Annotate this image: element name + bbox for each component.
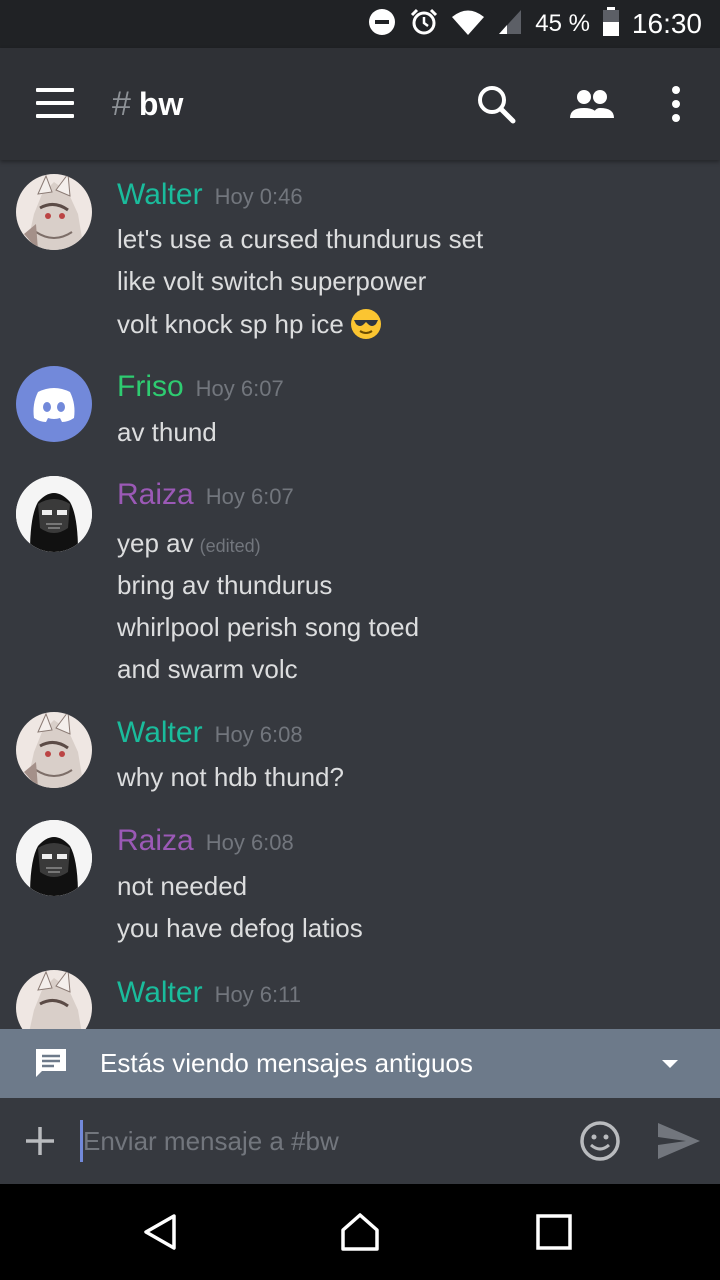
message-line: volt knock sp hp ice bbox=[117, 308, 382, 340]
walter-avatar[interactable] bbox=[16, 174, 92, 250]
channel-title: # bw bbox=[112, 82, 183, 126]
walter-avatar[interactable] bbox=[16, 712, 92, 788]
message-text: not needed bbox=[117, 871, 248, 901]
status-bar: 45 % 16:30 bbox=[0, 0, 720, 48]
more-vertical-icon bbox=[672, 86, 680, 122]
message-header: Walter Hoy 6:08 bbox=[117, 716, 303, 750]
raiza-avatar[interactable] bbox=[16, 820, 92, 896]
signal-icon bbox=[497, 8, 523, 41]
message-header: Friso Hoy 6:07 bbox=[117, 370, 284, 404]
add-attachment-button[interactable] bbox=[22, 1123, 58, 1159]
menu-icon-line bbox=[36, 114, 74, 118]
author-name[interactable]: Raiza bbox=[117, 478, 194, 512]
members-icon bbox=[570, 90, 614, 118]
do-not-disturb-icon bbox=[367, 7, 397, 42]
message-bubble-icon bbox=[34, 1047, 68, 1079]
back-triangle-icon bbox=[144, 1214, 176, 1250]
walter-anime-avatar-icon bbox=[16, 970, 92, 1029]
author-name[interactable]: Walter bbox=[117, 178, 203, 212]
recents-button[interactable] bbox=[534, 1212, 574, 1252]
channel-hash-icon: # bbox=[112, 84, 131, 123]
sunglasses-emoji-icon bbox=[350, 308, 382, 340]
old-messages-text: Estás viendo mensajes antiguos bbox=[100, 1048, 473, 1078]
timestamp: Hoy 6:08 bbox=[214, 722, 303, 747]
edited-tag: (edited) bbox=[199, 536, 261, 556]
overflow-menu-button[interactable] bbox=[652, 80, 700, 128]
message-text: yep av bbox=[117, 528, 194, 558]
menu-icon-line bbox=[36, 88, 74, 92]
message-list[interactable]: Walter Hoy 0:46 let's use a cursed thund… bbox=[0, 160, 720, 1029]
message-composer bbox=[0, 1098, 720, 1184]
battery-icon bbox=[602, 6, 620, 42]
clock: 16:30 bbox=[631, 8, 702, 39]
emoji-picker-button[interactable] bbox=[578, 1119, 622, 1163]
caret-down-icon[interactable] bbox=[660, 1057, 680, 1071]
menu-icon-line bbox=[36, 101, 74, 105]
message-text: av thund bbox=[117, 417, 217, 447]
send-icon bbox=[658, 1123, 700, 1159]
menu-button[interactable] bbox=[36, 86, 76, 120]
walter-anime-avatar-icon bbox=[16, 174, 92, 250]
app-bar: # bw bbox=[0, 48, 720, 160]
friso-avatar[interactable] bbox=[16, 366, 92, 442]
channel-name: bw bbox=[138, 85, 184, 122]
message-text: like volt switch superpower bbox=[117, 266, 427, 296]
message-text: let's use a cursed thundurus set bbox=[117, 224, 484, 254]
back-button[interactable] bbox=[140, 1212, 180, 1252]
android-nav-bar bbox=[0, 1184, 720, 1280]
message-header: Walter Hoy 6:11 bbox=[117, 976, 301, 1010]
send-button[interactable] bbox=[656, 1121, 702, 1161]
masked-figure-avatar-icon bbox=[16, 820, 92, 896]
timestamp: Hoy 6:07 bbox=[195, 376, 284, 401]
members-button[interactable] bbox=[566, 80, 614, 128]
status-bar-right: 45 % 16:30 bbox=[367, 0, 702, 48]
recents-square-icon bbox=[536, 1214, 572, 1250]
old-messages-bar[interactable]: Estás viendo mensajes antiguos bbox=[0, 1029, 720, 1098]
masked-figure-avatar-icon bbox=[16, 476, 92, 552]
timestamp: Hoy 6:08 bbox=[205, 830, 294, 855]
alarm-icon bbox=[409, 7, 439, 42]
timestamp: Hoy 6:07 bbox=[205, 484, 294, 509]
walter-avatar[interactable] bbox=[16, 970, 92, 1029]
author-name[interactable]: Raiza bbox=[117, 824, 194, 858]
author-name[interactable]: Friso bbox=[117, 370, 184, 404]
search-icon bbox=[478, 86, 516, 124]
message-input[interactable] bbox=[80, 1120, 560, 1162]
message-text: bring av thundurus bbox=[117, 570, 333, 600]
smiley-icon bbox=[580, 1121, 620, 1161]
message-header: Raiza Hoy 6:08 bbox=[117, 824, 294, 858]
author-name[interactable]: Walter bbox=[117, 716, 203, 750]
message-text: and swarm volc bbox=[117, 654, 298, 684]
home-button[interactable] bbox=[340, 1212, 380, 1252]
message-text: whirlpool perish song toed bbox=[117, 612, 420, 642]
battery-percent: 45 % bbox=[535, 10, 590, 37]
message-text: you have defog latios bbox=[117, 913, 363, 943]
message-text: volt knock sp hp ice bbox=[117, 308, 344, 339]
timestamp: Hoy 6:11 bbox=[214, 982, 301, 1007]
home-icon bbox=[341, 1213, 379, 1251]
discord-logo-icon bbox=[33, 388, 75, 422]
discord-app: 45 % 16:30 # bw Walter Hoy 0:46 let's us… bbox=[0, 0, 720, 1280]
raiza-avatar[interactable] bbox=[16, 476, 92, 552]
search-button[interactable] bbox=[472, 80, 520, 128]
message-header: Raiza Hoy 6:07 bbox=[117, 478, 294, 512]
message-header: Walter Hoy 0:46 bbox=[117, 178, 303, 212]
wifi-icon bbox=[451, 8, 485, 41]
message-text: why not hdb thund? bbox=[117, 762, 344, 792]
timestamp: Hoy 0:46 bbox=[214, 184, 303, 209]
walter-anime-avatar-icon bbox=[16, 712, 92, 788]
plus-icon bbox=[26, 1127, 54, 1155]
message-line: yep av (edited) bbox=[117, 528, 261, 559]
author-name[interactable]: Walter bbox=[117, 976, 203, 1010]
